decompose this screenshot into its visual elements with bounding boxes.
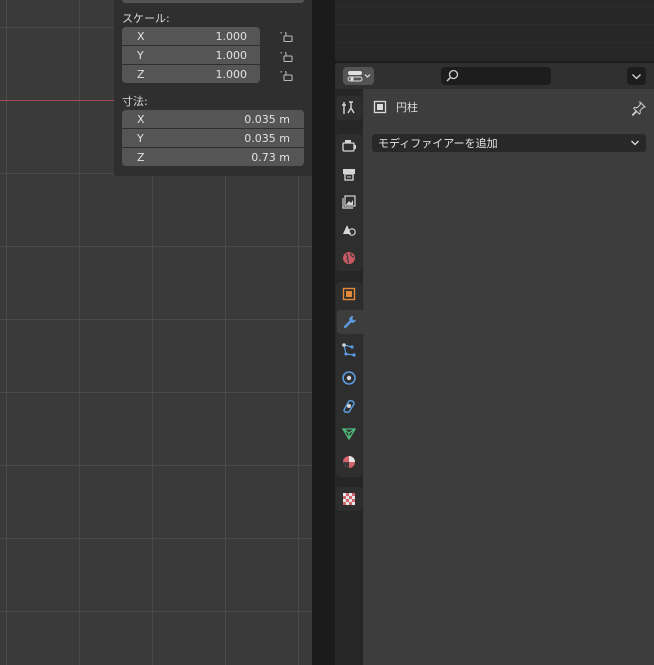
field-value: 1.000 <box>215 29 248 43</box>
material-icon <box>343 456 355 468</box>
upper-editor-area <box>335 0 654 61</box>
chevron-down-icon <box>631 140 639 146</box>
tab-object[interactable] <box>337 282 361 306</box>
add-modifier-label: モディファイアーを追加 <box>378 137 498 150</box>
tab-particles[interactable] <box>337 338 361 362</box>
pin-icon[interactable] <box>631 100 647 116</box>
tab-render[interactable] <box>337 134 361 158</box>
field-axis-label: Y <box>137 48 144 62</box>
wrench-icon <box>343 316 356 329</box>
field-axis-label: Z <box>137 67 145 81</box>
texture-checker-icon <box>343 493 355 505</box>
physics-icon <box>342 371 356 385</box>
printer-icon <box>343 169 355 181</box>
tab-view-layer[interactable] <box>337 190 361 214</box>
search-input[interactable] <box>441 67 551 85</box>
render-icon <box>342 140 356 152</box>
area-divider[interactable] <box>312 0 335 665</box>
tab-modifiers[interactable] <box>337 310 363 334</box>
properties-tab-bar <box>335 89 363 665</box>
constraint-icon <box>343 400 355 413</box>
particles-icon <box>342 343 356 357</box>
tab-data[interactable] <box>337 422 361 446</box>
tab-physics[interactable] <box>337 366 361 390</box>
unlock-icon[interactable] <box>280 71 293 81</box>
tab-scene[interactable] <box>337 218 361 242</box>
scale-fields: X 1.000 Y 1.000 Z 1.000 <box>122 27 260 83</box>
field-axis-label: Y <box>137 131 144 145</box>
object-context-row: 円柱 <box>372 99 418 115</box>
editor-type-button[interactable] <box>343 67 374 85</box>
view-layer-icon <box>342 195 356 209</box>
scale-z-field[interactable]: Z 1.000 <box>122 65 260 83</box>
dimension-fields: X 0.035 m Y 0.035 m Z 0.73 m <box>122 110 304 166</box>
field-value: 1.000 <box>215 67 248 81</box>
modifier-panel: 円柱 モディファイアーを追加 <box>363 89 654 665</box>
dimension-z-field[interactable]: Z 0.73 m <box>122 148 304 166</box>
tab-output[interactable] <box>337 162 361 186</box>
tab-material[interactable] <box>337 450 361 474</box>
scene-icon <box>343 225 356 236</box>
tab-texture[interactable] <box>337 487 361 511</box>
transform-sidebar-panel: スケール: X 1.000 Y 1.000 Z 1.000 寸法: X 0.03… <box>114 0 312 176</box>
properties-editor-icon <box>347 71 371 82</box>
dimensions-label: 寸法: <box>122 95 148 108</box>
field-axis-label: X <box>137 112 145 126</box>
object-name: 円柱 <box>396 101 418 114</box>
search-icon <box>446 69 459 82</box>
scale-label: スケール: <box>122 12 170 25</box>
unlock-icon[interactable] <box>280 32 293 42</box>
chevron-down-icon <box>632 74 641 80</box>
field-axis-label: X <box>137 29 145 43</box>
tab-constraints[interactable] <box>337 394 361 418</box>
tool-icon <box>342 101 355 114</box>
object-icon <box>342 287 356 301</box>
3d-viewport[interactable]: スケール: X 1.000 Y 1.000 Z 1.000 寸法: X 0.03… <box>0 0 312 665</box>
world-icon <box>343 252 355 264</box>
scale-x-field[interactable]: X 1.000 <box>122 27 260 45</box>
mesh-data-icon <box>341 428 357 441</box>
field-value: 0.73 m <box>251 150 290 164</box>
field-axis-label: Z <box>137 150 145 164</box>
options-dropdown-button[interactable] <box>627 67 646 85</box>
scale-y-field[interactable]: Y 1.000 <box>122 46 260 64</box>
add-modifier-dropdown[interactable]: モディファイアーを追加 <box>372 134 646 152</box>
dimension-x-field[interactable]: X 0.035 m <box>122 110 304 128</box>
tab-world[interactable] <box>337 246 361 270</box>
field-value: 0.035 m <box>244 112 290 126</box>
unlock-icon[interactable] <box>280 52 293 62</box>
field-value: 0.035 m <box>244 131 290 145</box>
properties-editor: 円柱 モディファイアーを追加 <box>335 63 654 665</box>
dimension-y-field[interactable]: Y 0.035 m <box>122 129 304 147</box>
x-axis-line <box>0 100 114 101</box>
rotation-mode-dropdown-stub[interactable] <box>122 0 304 3</box>
tab-tool[interactable] <box>337 96 361 120</box>
object-icon <box>373 100 387 114</box>
field-value: 1.000 <box>215 48 248 62</box>
properties-header <box>335 63 654 89</box>
